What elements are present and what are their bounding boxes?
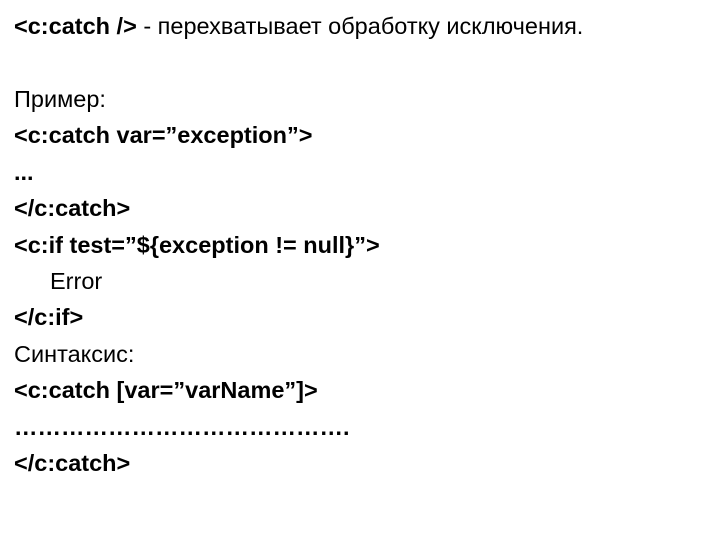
line-6: </c:catch> <box>14 190 706 226</box>
blank-line <box>14 44 706 80</box>
line-12: ……………………………………. <box>14 409 706 445</box>
code-tag: <c:if test=”${exception != null}”> <box>14 232 380 258</box>
line-10: Синтаксис: <box>14 336 706 372</box>
line-1: <c:catch /> - перехватывает обработку ис… <box>14 8 706 44</box>
line-5: ... <box>14 154 706 190</box>
text: Синтаксис: <box>14 341 134 367</box>
code-tag: </c:catch> <box>14 195 130 221</box>
line-9: </c:if> <box>14 299 706 335</box>
line-11: <c:catch [var=”varName”]> <box>14 372 706 408</box>
line-3: Пример: <box>14 81 706 117</box>
line-8: Error <box>14 263 706 299</box>
code-tag: </c:catch> <box>14 450 130 476</box>
line-4: <c:catch var=”exception”> <box>14 117 706 153</box>
code-tag: </c:if> <box>14 304 83 330</box>
line-13: </c:catch> <box>14 445 706 481</box>
text: Error <box>50 268 102 294</box>
line-7: <c:if test=”${exception != null}”> <box>14 227 706 263</box>
code-tag: <c:catch var=”exception”> <box>14 122 312 148</box>
document-body: <c:catch /> - перехватывает обработку ис… <box>0 0 720 481</box>
text: - перехватывает обработку исключения. <box>137 13 584 39</box>
code-tag: <c:catch [var=”varName”]> <box>14 377 318 403</box>
code-tag: <c:catch /> <box>14 13 137 39</box>
code-tag: ... <box>14 159 34 185</box>
ellipsis: ……………………………………. <box>14 414 350 440</box>
text: Пример: <box>14 86 106 112</box>
